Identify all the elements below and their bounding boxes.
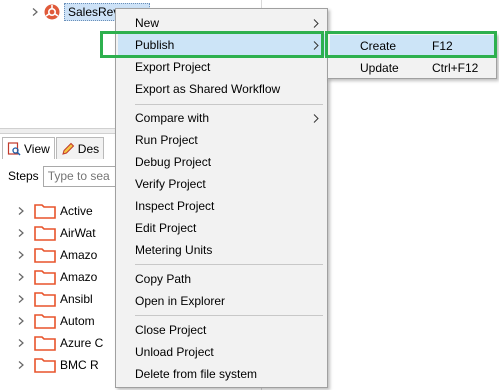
folder-icon xyxy=(34,358,56,373)
publish-submenu: Create F12 Update Ctrl+F12 xyxy=(327,33,497,79)
submenu-item-update[interactable]: Update Ctrl+F12 xyxy=(330,57,494,78)
list-item[interactable]: BMC R xyxy=(14,354,103,376)
menu-item-run-project[interactable]: Run Project xyxy=(118,129,325,151)
folder-label: Ansibl xyxy=(60,292,93,306)
chevron-right-icon[interactable] xyxy=(14,336,28,350)
list-item[interactable]: Autom xyxy=(14,310,103,332)
folder-icon xyxy=(34,248,56,263)
menu-item-debug-project[interactable]: Debug Project xyxy=(118,151,325,173)
submenu-item-create[interactable]: Create F12 xyxy=(330,35,494,56)
chevron-right-icon[interactable] xyxy=(14,314,28,328)
list-item[interactable]: Azure C xyxy=(14,332,103,354)
submenu-item-label: Create xyxy=(360,38,397,53)
menu-item-label: Export Project xyxy=(135,60,211,74)
menu-item-export-shared-workflow[interactable]: Export as Shared Workflow xyxy=(118,78,325,100)
list-item[interactable]: AirWat xyxy=(14,222,103,244)
folder-label: Active xyxy=(60,204,93,218)
menu-item-export-project[interactable]: Export Project xyxy=(118,56,325,78)
menu-separator xyxy=(135,315,323,316)
chevron-right-icon[interactable] xyxy=(14,270,28,284)
menu-separator xyxy=(135,264,323,265)
chevron-right-icon[interactable] xyxy=(14,358,28,372)
tab-view-label: View xyxy=(24,141,50,156)
menu-item-label: Open in Explorer xyxy=(135,294,226,308)
menu-item-publish[interactable]: Publish xyxy=(118,34,325,56)
view-icon xyxy=(7,141,21,156)
folder-label: AirWat xyxy=(60,226,96,240)
list-item[interactable]: Ansibl xyxy=(14,288,103,310)
menu-item-label: Export as Shared Workflow xyxy=(135,82,281,96)
folder-label: Azure C xyxy=(60,336,104,350)
menu-item-label: Edit Project xyxy=(135,221,197,235)
menu-item-inspect-project[interactable]: Inspect Project xyxy=(118,195,325,217)
chevron-right-icon[interactable] xyxy=(14,204,28,218)
tab-design-label: Des xyxy=(77,141,100,156)
menu-item-label: Unload Project xyxy=(135,345,214,359)
list-item[interactable]: Amazo xyxy=(14,266,103,288)
pencil-icon xyxy=(62,142,75,155)
chevron-right-icon[interactable] xyxy=(28,5,42,19)
menu-item-label: Delete from file system xyxy=(135,367,258,381)
menu-item-label: Copy Path xyxy=(135,272,192,286)
menu-item-metering-units[interactable]: Metering Units xyxy=(118,239,325,261)
chevron-right-icon xyxy=(313,19,319,28)
menu-item-label: Run Project xyxy=(135,133,198,147)
folder-icon xyxy=(34,292,56,307)
chevron-right-icon xyxy=(313,41,319,50)
submenu-item-label: Update xyxy=(360,60,399,75)
menu-item-compare-with[interactable]: Compare with xyxy=(118,107,325,129)
project-context-menu: New Publish Export Project Export as Sha… xyxy=(115,8,328,388)
menu-item-label: Verify Project xyxy=(135,177,206,191)
shortcut-label: F12 xyxy=(432,38,453,53)
menu-item-label: Debug Project xyxy=(135,155,212,169)
folder-icon xyxy=(34,336,56,351)
chevron-right-icon xyxy=(313,114,319,123)
menu-item-edit-project[interactable]: Edit Project xyxy=(118,217,325,239)
menu-item-copy-path[interactable]: Copy Path xyxy=(118,268,325,290)
menu-item-unload-project[interactable]: Unload Project xyxy=(118,341,325,363)
menu-item-label: Inspect Project xyxy=(135,199,215,213)
menu-item-verify-project[interactable]: Verify Project xyxy=(118,173,325,195)
tab-view[interactable]: View xyxy=(2,137,55,159)
tab-design[interactable]: Des xyxy=(55,137,105,159)
folder-label: BMC R xyxy=(60,358,99,372)
menu-item-close-project[interactable]: Close Project xyxy=(118,319,325,341)
menu-item-label: Compare with xyxy=(135,111,210,125)
folder-icon xyxy=(34,270,56,285)
menu-item-delete-from-file-system[interactable]: Delete from file system xyxy=(118,363,325,385)
menu-separator xyxy=(135,104,323,105)
folder-icon xyxy=(34,204,56,219)
panel-tabs: View Des xyxy=(2,137,105,159)
menu-item-label: Metering Units xyxy=(135,243,213,257)
menu-item-new[interactable]: New xyxy=(118,12,325,34)
folder-icon xyxy=(34,226,56,241)
menu-item-label: New xyxy=(135,16,160,30)
chevron-right-icon[interactable] xyxy=(14,292,28,306)
step-folder-list: Active AirWat Amazo Amazo Ansibl Autom A… xyxy=(14,200,103,376)
list-item[interactable]: Amazo xyxy=(14,244,103,266)
folder-icon xyxy=(34,314,56,329)
menu-item-label: Publish xyxy=(135,38,175,52)
folder-label: Autom xyxy=(60,314,95,328)
menu-item-open-in-explorer[interactable]: Open in Explorer xyxy=(118,290,325,312)
shortcut-label: Ctrl+F12 xyxy=(432,60,479,75)
folder-label: Amazo xyxy=(60,248,98,262)
steps-label: Steps xyxy=(8,169,39,183)
project-icon xyxy=(44,4,60,20)
menu-item-label: Close Project xyxy=(135,323,207,337)
chevron-right-icon[interactable] xyxy=(14,248,28,262)
folder-label: Amazo xyxy=(60,270,98,284)
chevron-right-icon[interactable] xyxy=(14,226,28,240)
list-item[interactable]: Active xyxy=(14,200,103,222)
